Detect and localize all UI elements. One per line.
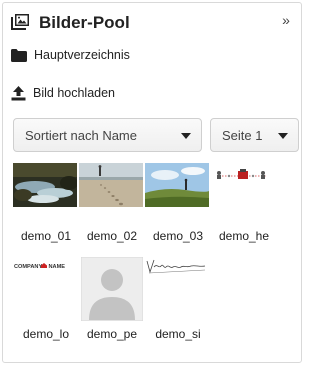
thumbnail-image: COMPANY NAME xyxy=(13,257,77,321)
thumbnail-image xyxy=(211,163,275,207)
thumbnail-image xyxy=(79,163,143,207)
collapse-icon[interactable]: » xyxy=(279,12,293,28)
upload-label: Bild hochladen xyxy=(33,86,116,100)
image-caption: demo_he xyxy=(218,229,270,243)
logo-text-name: NAME xyxy=(49,264,66,270)
sort-select-value: Sortiert nach Name xyxy=(25,128,137,143)
thumbnail-image xyxy=(145,163,209,207)
panel-header: Bilder-Pool » xyxy=(11,11,293,41)
image-caption: demo_01 xyxy=(20,229,72,243)
image-tile-demo-si[interactable]: demo_si xyxy=(145,257,211,341)
image-pool-panel: Bilder-Pool » Hauptverzeichnis Bild hoch… xyxy=(2,2,302,363)
chevron-down-icon xyxy=(278,133,288,139)
upload-icon xyxy=(11,85,26,100)
signature-image xyxy=(145,257,209,321)
folder-icon xyxy=(11,48,27,62)
image-caption: demo_03 xyxy=(152,229,204,243)
image-stack-icon xyxy=(11,14,29,30)
logo-text-company: COMPANY xyxy=(14,264,42,270)
person-placeholder-icon xyxy=(81,257,143,321)
image-tile-demo-he[interactable]: demo_he xyxy=(211,163,277,243)
sort-select[interactable]: Sortiert nach Name xyxy=(13,118,202,152)
folder-label: Hauptverzeichnis xyxy=(34,48,130,62)
page-select[interactable]: Seite 1 xyxy=(210,118,299,152)
chevron-down-icon xyxy=(181,133,191,139)
upload-image-link[interactable]: Bild hochladen xyxy=(11,83,115,103)
image-tile-demo-02[interactable]: demo_02 xyxy=(79,163,145,243)
image-tile-demo-lo[interactable]: COMPANY NAME demo_lo xyxy=(13,257,79,341)
image-caption: demo_pe xyxy=(86,327,138,341)
image-tile-demo-pe[interactable]: demo_pe xyxy=(79,257,145,341)
image-caption: demo_si xyxy=(155,327,201,341)
image-tile-demo-03[interactable]: demo_03 xyxy=(145,163,211,243)
image-caption: demo_02 xyxy=(86,229,138,243)
image-tile-demo-01[interactable]: demo_01 xyxy=(13,163,79,243)
image-caption: demo_lo xyxy=(22,327,70,341)
folder-root[interactable]: Hauptverzeichnis xyxy=(11,45,130,65)
page-select-value: Seite 1 xyxy=(222,128,263,143)
thumbnail-image xyxy=(13,163,77,207)
panel-title: Bilder-Pool xyxy=(39,13,130,32)
